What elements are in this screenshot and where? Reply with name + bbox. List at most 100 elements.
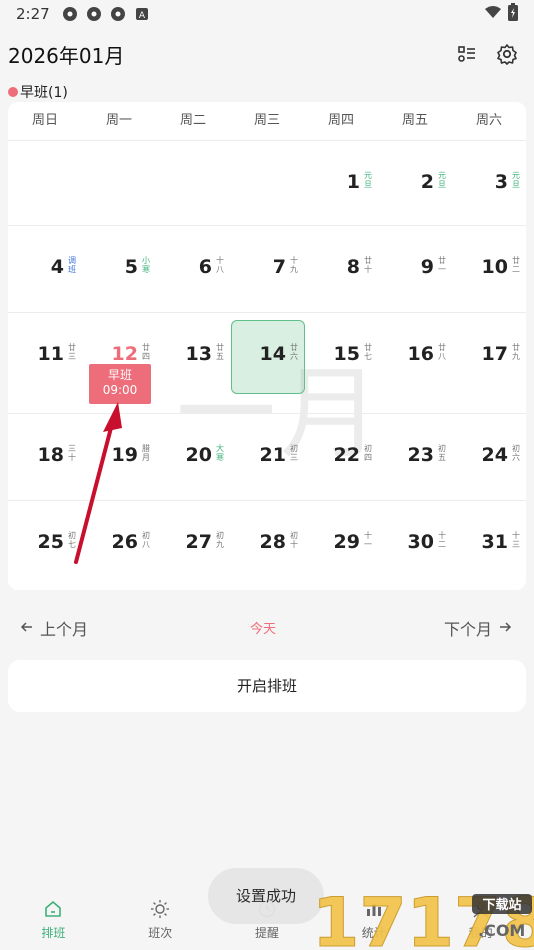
notification-icon xyxy=(62,6,78,22)
tab-shifts[interactable]: 班次 xyxy=(107,890,214,950)
calendar-day-cell[interactable]: 15 廿七 xyxy=(304,313,378,413)
calendar-day-cell[interactable]: 16 廿八 xyxy=(378,313,452,413)
calendar-day-cell[interactable]: 3 元旦 xyxy=(452,141,526,225)
calendar-day-cell[interactable]: 29 十一 xyxy=(304,501,378,588)
calendar-day-cell xyxy=(82,141,156,225)
day-number: 4 xyxy=(50,256,64,278)
day-number: 11 xyxy=(37,343,64,365)
shift-chip-time: 09:00 xyxy=(102,383,138,397)
calendar-header: 2026年01月 xyxy=(0,34,534,74)
calendar-day-cell[interactable]: 7 十九 xyxy=(230,226,304,312)
notification-icon xyxy=(86,6,102,22)
start-scheduling-button[interactable]: 开启排班 xyxy=(8,660,526,712)
tab-schedule[interactable]: 排班 xyxy=(0,890,107,950)
weekday-header: 周日 周一 周二 周三 周四 周五 周六 xyxy=(8,102,526,140)
calendar-week-row: 4 调班 5 小寒 6 十八 7 十九 8 廿十 9 廿一 10 廿二 xyxy=(8,225,526,312)
lunar-date: 廿四 xyxy=(142,343,150,361)
calendar-day-cell[interactable]: 17 廿九 xyxy=(452,313,526,413)
calendar-day-cell[interactable]: 21 初三 xyxy=(230,414,304,500)
weekday-label: 周二 xyxy=(179,113,206,128)
lunar-date: 廿九 xyxy=(512,343,520,361)
calendar-day-cell[interactable]: 19 腊月 xyxy=(82,414,156,500)
calendar-day-cell[interactable]: 10 廿二 xyxy=(452,226,526,312)
calendar-day-cell[interactable]: 25 初七 xyxy=(8,501,82,588)
calendar-day-cell[interactable]: 22 初四 xyxy=(304,414,378,500)
calendar-day-cell[interactable]: 24 初六 xyxy=(452,414,526,500)
lunar-date: 腊月 xyxy=(142,444,150,462)
calendar-day-cell[interactable]: 9 廿一 xyxy=(378,226,452,312)
lunar-date: 初三 xyxy=(290,444,298,462)
prev-month-button[interactable]: 上个月 xyxy=(20,616,88,640)
lunar-date: 廿七 xyxy=(364,343,372,361)
calendar-day-cell[interactable]: 4 调班 xyxy=(8,226,82,312)
settings-gear-icon[interactable] xyxy=(495,42,519,66)
calendar-day-cell[interactable]: 8 廿十 xyxy=(304,226,378,312)
notification-a-icon: A xyxy=(134,6,150,22)
legend-label: 早班(1) xyxy=(20,85,68,101)
day-number: 23 xyxy=(407,444,434,466)
shift-color-dot xyxy=(8,87,18,97)
shift-chip-name: 早班 xyxy=(107,368,132,382)
lunar-date: 十一 xyxy=(364,531,372,549)
tab-label: 统计 xyxy=(361,926,386,940)
day-number: 13 xyxy=(185,343,212,365)
lunar-date: 调班 xyxy=(68,256,76,274)
calendar-day-cell[interactable]: 5 小寒 xyxy=(82,226,156,312)
lunar-date: 廿三 xyxy=(68,343,76,361)
calendar-week-row: 25 初七 26 初八 27 初九 28 初十 29 十一 30 十二 31 十三 xyxy=(8,500,526,588)
day-number: 12 xyxy=(111,343,138,365)
person-icon xyxy=(470,898,492,920)
battery-icon xyxy=(508,3,518,25)
month-navigation: 上个月 今天 下个月 xyxy=(0,610,534,644)
weekday-label: 周四 xyxy=(327,113,354,128)
weekday-label: 周一 xyxy=(105,113,132,128)
calendar-day-cell[interactable]: 1 元旦 xyxy=(304,141,378,225)
weekday-label: 周三 xyxy=(253,113,280,128)
sun-icon xyxy=(149,898,171,920)
day-number: 3 xyxy=(494,171,508,193)
day-number: 26 xyxy=(111,531,138,553)
day-number: 30 xyxy=(407,531,434,553)
today-button[interactable]: 今天 xyxy=(250,618,276,637)
next-month-button[interactable]: 下个月 xyxy=(444,616,512,640)
calendar-day-cell[interactable]: 18 三十 xyxy=(8,414,82,500)
weekday-label: 周日 xyxy=(31,113,58,128)
calendar-day-cell[interactable]: 27 初九 xyxy=(156,501,230,588)
day-number: 19 xyxy=(111,444,138,466)
calendar-day-cell[interactable]: 31 十三 xyxy=(452,501,526,588)
lunar-date: 十八 xyxy=(216,256,224,274)
tab-profile[interactable]: 我的 xyxy=(427,890,534,950)
notification-icon xyxy=(110,6,126,22)
calendar-day-cell[interactable]: 6 十八 xyxy=(156,226,230,312)
calendar-day-cell[interactable]: 14 廿六 xyxy=(230,313,304,413)
day-number: 24 xyxy=(481,444,508,466)
day-number: 17 xyxy=(481,343,508,365)
list-view-icon[interactable] xyxy=(455,42,479,66)
calendar-day-cell[interactable]: 13 廿五 xyxy=(156,313,230,413)
tab-statistics[interactable]: 统计 xyxy=(320,890,427,950)
status-time: 2:27 xyxy=(16,5,50,23)
calendar-day-cell[interactable]: 23 初五 xyxy=(378,414,452,500)
lunar-date: 初六 xyxy=(512,444,520,462)
arrow-left-icon xyxy=(20,619,34,638)
lunar-date: 十九 xyxy=(290,256,298,274)
next-month-label: 下个月 xyxy=(443,620,492,639)
day-number: 22 xyxy=(333,444,360,466)
shift-chip[interactable]: 早班 09:00 xyxy=(89,364,151,404)
tab-label: 提醒 xyxy=(254,926,279,940)
calendar-day-cell[interactable]: 20 大寒 xyxy=(156,414,230,500)
day-number: 21 xyxy=(259,444,286,466)
tab-label: 班次 xyxy=(148,926,173,940)
calendar-day-cell[interactable]: 30 十二 xyxy=(378,501,452,588)
month-title[interactable]: 2026年01月 xyxy=(8,40,124,69)
calendar-day-cell[interactable]: 2 元旦 xyxy=(378,141,452,225)
calendar-day-cell[interactable]: 26 初八 xyxy=(82,501,156,588)
shift-legend: 早班(1) xyxy=(8,82,68,102)
day-number: 7 xyxy=(272,256,286,278)
calendar-day-cell[interactable]: 28 初十 xyxy=(230,501,304,588)
day-number: 28 xyxy=(259,531,286,553)
lunar-date: 初八 xyxy=(142,531,150,549)
day-number: 27 xyxy=(185,531,212,553)
tab-label: 我的 xyxy=(468,926,493,940)
calendar-day-cell[interactable]: 11 廿三 xyxy=(8,313,82,413)
